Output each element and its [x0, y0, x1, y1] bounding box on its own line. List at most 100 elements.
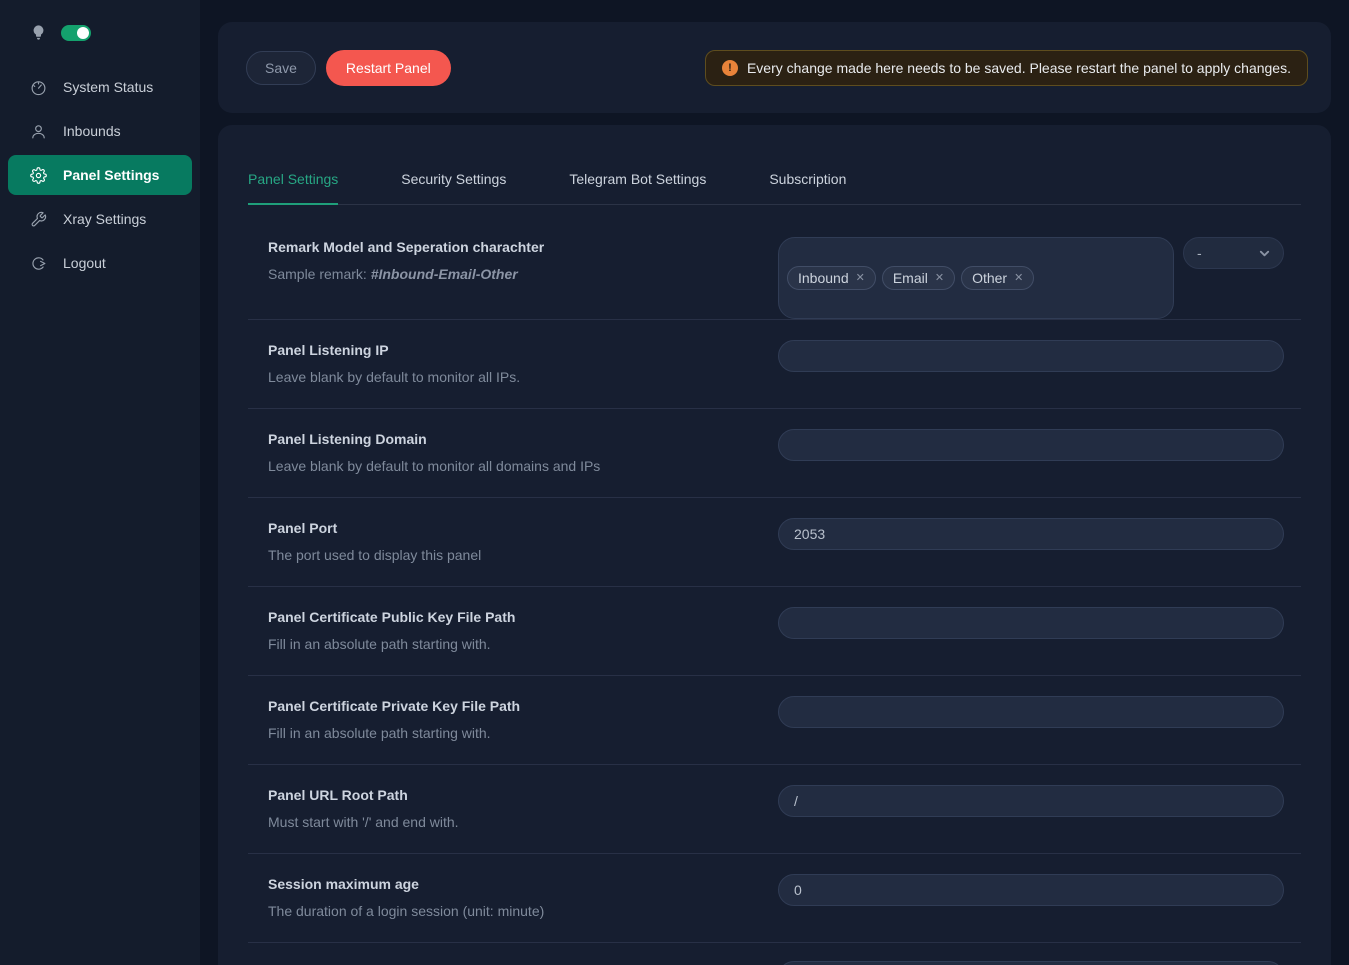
field-control [778, 518, 1284, 586]
partial-row-input[interactable] [778, 961, 1284, 965]
field-label [268, 961, 778, 965]
tag-inbound[interactable]: Inbound ✕ [787, 266, 876, 290]
hint-sample: #Inbound-Email-Other [371, 266, 518, 282]
form-row-partial [248, 943, 1301, 965]
user-icon [30, 123, 47, 140]
field-title: Remark Model and Seperation charachter [268, 237, 748, 257]
save-warning-alert: ! Every change made here needs to be sav… [705, 50, 1308, 86]
cert-private-key-path-input[interactable] [778, 696, 1284, 728]
field-hint: The port used to display this panel [268, 545, 748, 565]
form-row-panel-port: Panel Port The port used to display this… [248, 498, 1301, 587]
panel-listening-domain-input[interactable] [778, 429, 1284, 461]
tag-label: Email [893, 270, 928, 286]
sidebar-item-xray-settings[interactable]: Xray Settings [0, 199, 200, 239]
sidebar-item-label: Xray Settings [63, 211, 146, 227]
form-row-cert-private-key: Panel Certificate Private Key File Path … [248, 676, 1301, 765]
field-label: Panel Listening Domain Leave blank by de… [268, 429, 778, 497]
hint-prefix: Sample remark: [268, 266, 371, 282]
tab-panel-settings[interactable]: Panel Settings [248, 171, 338, 205]
form-row-panel-listening-ip: Panel Listening IP Leave blank by defaul… [248, 320, 1301, 409]
field-hint: Fill in an absolute path starting with. [268, 723, 748, 743]
wrench-icon [30, 211, 47, 228]
form-row-panel-listening-domain: Panel Listening Domain Leave blank by de… [248, 409, 1301, 498]
app-window: System Status Inbounds Panel Settings Xr… [0, 0, 1349, 965]
settings-card: Panel Settings Security Settings Telegra… [218, 125, 1331, 965]
warning-icon: ! [722, 60, 738, 76]
field-control [778, 874, 1284, 942]
theme-toggle-row [0, 0, 200, 59]
tag-remove-icon[interactable]: ✕ [935, 273, 944, 284]
field-label: Session maximum age The duration of a lo… [268, 874, 778, 942]
form-row-session-max-age: Session maximum age The duration of a lo… [248, 854, 1301, 943]
sidebar: System Status Inbounds Panel Settings Xr… [0, 0, 200, 965]
restart-panel-button[interactable]: Restart Panel [326, 50, 451, 86]
form-row-url-root-path: Panel URL Root Path Must start with '/' … [248, 765, 1301, 854]
sidebar-item-label: Logout [63, 255, 106, 271]
logout-icon [30, 255, 47, 272]
field-title: Panel Certificate Public Key File Path [268, 607, 748, 627]
tab-subscription[interactable]: Subscription [769, 171, 846, 205]
field-hint: Leave blank by default to monitor all do… [268, 456, 748, 476]
tag-other[interactable]: Other ✕ [961, 266, 1034, 290]
field-control [778, 607, 1284, 675]
field-title: Panel URL Root Path [268, 785, 748, 805]
field-title: Panel Certificate Private Key File Path [268, 696, 748, 716]
remark-model-tags-input[interactable]: Inbound ✕ Email ✕ Other ✕ [778, 237, 1174, 319]
sidebar-item-panel-settings[interactable]: Panel Settings [8, 155, 192, 195]
dark-mode-toggle[interactable] [61, 25, 91, 41]
toolbar-card: Save Restart Panel ! Every change made h… [218, 22, 1331, 113]
field-hint: The duration of a login session (unit: m… [268, 901, 748, 921]
dashboard-icon [30, 79, 47, 96]
toggle-knob [77, 27, 89, 39]
tag-email[interactable]: Email ✕ [882, 266, 955, 290]
field-label: Remark Model and Seperation charachter S… [268, 237, 778, 319]
field-title: Session maximum age [268, 874, 748, 894]
gear-icon [30, 167, 47, 184]
field-label: Panel Certificate Public Key File Path F… [268, 607, 778, 675]
url-root-path-input[interactable] [778, 785, 1284, 817]
main-content: Save Restart Panel ! Every change made h… [200, 0, 1349, 965]
field-control [778, 961, 1284, 965]
sidebar-item-system-status[interactable]: System Status [0, 67, 200, 107]
panel-listening-ip-input[interactable] [778, 340, 1284, 372]
field-label: Panel URL Root Path Must start with '/' … [268, 785, 778, 853]
alert-text: Every change made here needs to be saved… [747, 60, 1291, 76]
tag-remove-icon[interactable]: ✕ [1014, 273, 1023, 284]
field-title: Panel Port [268, 518, 748, 538]
field-hint: Must start with '/' and end with. [268, 812, 748, 832]
field-control [778, 429, 1284, 497]
form-row-cert-public-key: Panel Certificate Public Key File Path F… [248, 587, 1301, 676]
field-title: Panel Listening IP [268, 340, 748, 360]
sidebar-item-label: Panel Settings [63, 167, 159, 183]
field-control: Inbound ✕ Email ✕ Other ✕ - [778, 237, 1284, 319]
cert-public-key-path-input[interactable] [778, 607, 1284, 639]
tab-security-settings[interactable]: Security Settings [401, 171, 506, 205]
chevron-down-icon [1259, 248, 1270, 259]
field-control [778, 785, 1284, 853]
tag-label: Other [972, 270, 1007, 286]
field-hint: Sample remark: #Inbound-Email-Other [268, 264, 748, 284]
settings-tabs: Panel Settings Security Settings Telegra… [248, 125, 1301, 205]
sidebar-item-label: System Status [63, 79, 153, 95]
tag-remove-icon[interactable]: ✕ [856, 273, 865, 284]
field-label: Panel Certificate Private Key File Path … [268, 696, 778, 764]
lightbulb-icon [30, 24, 47, 41]
field-hint: Leave blank by default to monitor all IP… [268, 367, 748, 387]
field-control [778, 696, 1284, 764]
sidebar-item-label: Inbounds [63, 123, 121, 139]
separator-select[interactable]: - [1183, 237, 1284, 269]
save-button[interactable]: Save [246, 51, 316, 85]
tag-label: Inbound [798, 270, 849, 286]
sidebar-item-inbounds[interactable]: Inbounds [0, 111, 200, 151]
panel-port-input[interactable] [778, 518, 1284, 550]
form-row-remark-model: Remark Model and Seperation charachter S… [248, 205, 1301, 320]
field-label: Panel Listening IP Leave blank by defaul… [268, 340, 778, 408]
field-title: Panel Listening Domain [268, 429, 748, 449]
tab-telegram-bot-settings[interactable]: Telegram Bot Settings [569, 171, 706, 205]
field-hint: Fill in an absolute path starting with. [268, 634, 748, 654]
session-max-age-input[interactable] [778, 874, 1284, 906]
field-control [778, 340, 1284, 408]
sidebar-nav: System Status Inbounds Panel Settings Xr… [0, 67, 200, 283]
sidebar-item-logout[interactable]: Logout [0, 243, 200, 283]
field-label: Panel Port The port used to display this… [268, 518, 778, 586]
